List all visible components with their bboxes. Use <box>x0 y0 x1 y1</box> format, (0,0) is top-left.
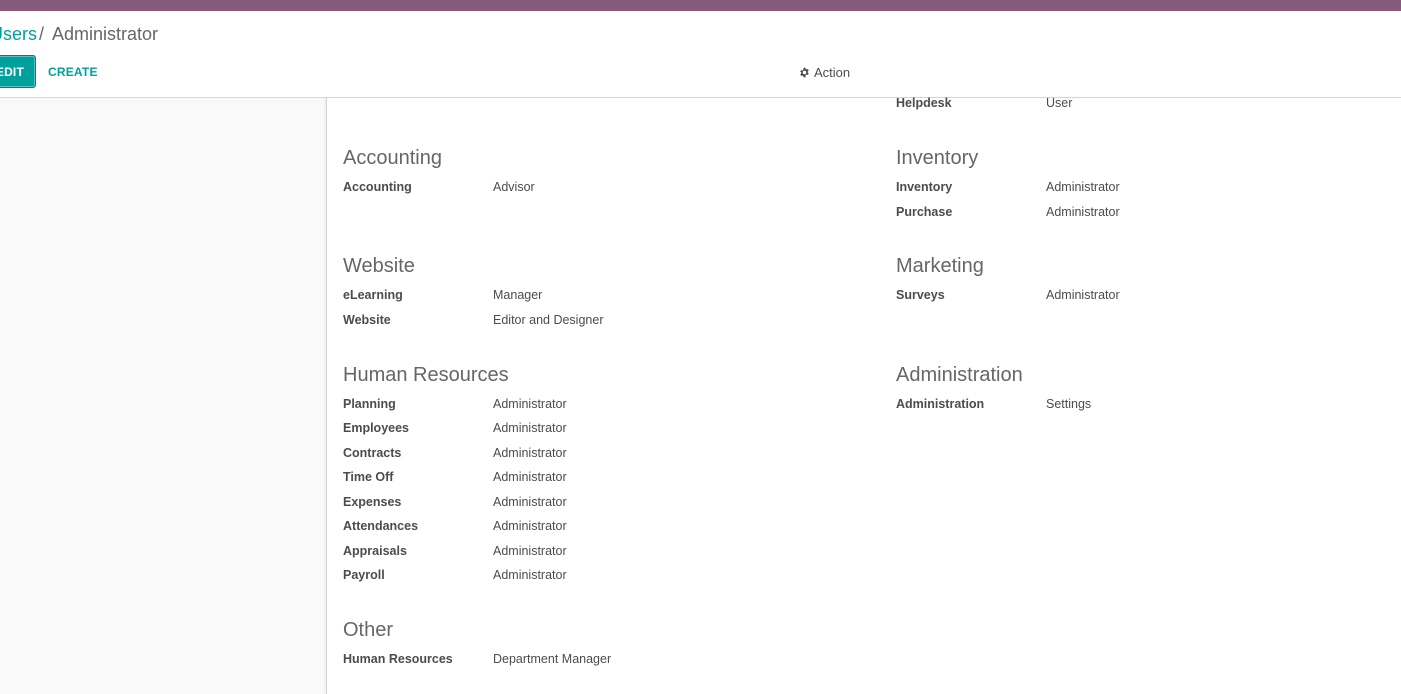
field-value-expenses[interactable]: Administrator <box>493 495 567 509</box>
create-button[interactable]: CREATE <box>48 65 98 79</box>
field-value-accounting[interactable]: Advisor <box>493 180 535 194</box>
field-value-website[interactable]: Editor and Designer <box>493 313 603 327</box>
field-value-employees[interactable]: Administrator <box>493 421 567 435</box>
field-label-elearning: eLearning <box>343 288 403 302</box>
field-label-other-human-resources: Human Resources <box>343 652 453 666</box>
field-value-appraisals[interactable]: Administrator <box>493 544 567 558</box>
group-title-human-resources: Human Resources <box>343 364 509 386</box>
field-label-employees: Employees <box>343 421 410 435</box>
field-value-attendances[interactable]: Administrator <box>493 519 567 533</box>
group-title-inventory: Inventory <box>896 147 979 169</box>
field-value-time-off[interactable]: Administrator <box>493 470 567 484</box>
field-value-helpdesk[interactable]: User <box>1046 96 1072 110</box>
form-sheet <box>326 98 1401 694</box>
group-title-accounting: Accounting <box>343 147 442 169</box>
field-label-planning: Planning <box>343 397 396 411</box>
field-label-inventory: Inventory <box>896 180 953 194</box>
field-value-planning[interactable]: Administrator <box>493 397 567 411</box>
control-panel: Users / Administrator EDIT CREATE Action <box>0 11 1401 98</box>
field-label-appraisals: Appraisals <box>343 544 407 558</box>
field-label-expenses: Expenses <box>343 495 402 509</box>
group-title-administration: Administration <box>896 364 1023 386</box>
field-value-other-human-resources[interactable]: Department Manager <box>493 652 611 666</box>
action-menu-label: Action <box>814 65 851 80</box>
gear-icon <box>800 67 809 78</box>
field-label-website: Website <box>343 313 391 327</box>
field-value-administration[interactable]: Settings <box>1046 397 1091 411</box>
field-label-payroll: Payroll <box>343 568 385 582</box>
field-value-purchase[interactable]: Administrator <box>1046 205 1120 219</box>
field-value-contracts[interactable]: Administrator <box>493 446 567 460</box>
field-label-administration: Administration <box>896 397 985 411</box>
action-menu-button[interactable]: Action <box>799 65 850 80</box>
field-label-attendances: Attendances <box>343 519 419 533</box>
group-title-other: Other <box>343 619 394 641</box>
field-label-time-off: Time Off <box>343 470 394 484</box>
breadcrumb-users-link[interactable]: Users <box>0 24 37 45</box>
breadcrumb-separator: / <box>39 24 45 44</box>
edit-button[interactable]: EDIT <box>0 55 36 88</box>
field-value-elearning[interactable]: Manager <box>493 288 542 302</box>
field-label-surveys: Surveys <box>896 288 945 302</box>
group-title-website: Website <box>343 255 415 277</box>
field-value-surveys[interactable]: Administrator <box>1046 288 1120 302</box>
field-label-helpdesk: Helpdesk <box>896 96 952 110</box>
field-label-purchase: Purchase <box>896 205 953 219</box>
breadcrumb-current: Administrator <box>52 24 159 44</box>
field-label-accounting: Accounting <box>343 180 412 194</box>
field-value-payroll[interactable]: Administrator <box>493 568 567 582</box>
brand-navbar <box>0 0 1401 11</box>
group-title-marketing: Marketing <box>896 255 984 277</box>
field-label-contracts: Contracts <box>343 446 402 460</box>
field-value-inventory[interactable]: Administrator <box>1046 180 1120 194</box>
